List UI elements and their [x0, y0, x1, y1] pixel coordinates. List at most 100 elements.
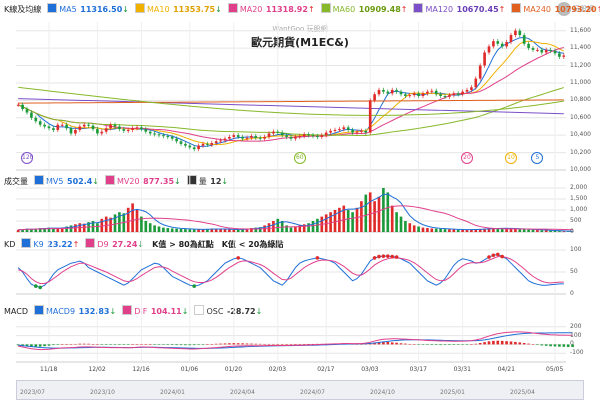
osc-bar	[69, 344, 73, 345]
osc-bar	[206, 344, 209, 345]
volume-bar	[408, 223, 412, 232]
volume-bar	[153, 225, 156, 232]
date-tick-label: 04/21	[497, 366, 515, 373]
osc-bar	[109, 344, 112, 345]
osc-bar	[426, 344, 429, 345]
candle-body	[382, 89, 385, 92]
volume-bar	[558, 231, 561, 232]
candle-body	[509, 35, 513, 43]
candle-body	[324, 132, 328, 136]
osc-bar	[100, 344, 104, 345]
nav-year-label: 2024/01	[160, 389, 185, 396]
y-tick-label: 10,600	[570, 113, 591, 121]
volume-bar	[434, 228, 438, 232]
osc-bar	[478, 342, 482, 345]
date-tick-label: 03/31	[453, 366, 471, 373]
volume-bar	[104, 216, 108, 232]
y-tick-label: 10,000	[570, 166, 591, 173]
chart-root: 玩股網 WantGoo 玩股網 歐元期貨(M1EC&) K線及均線 MA5 113…	[0, 0, 600, 400]
ma-line	[17, 46, 564, 142]
osc-bar	[298, 344, 302, 345]
candle-body	[390, 89, 394, 94]
candle-body	[338, 129, 341, 131]
osc-bar	[395, 342, 398, 345]
kd-red-dot	[394, 255, 399, 259]
candle-body	[368, 100, 372, 133]
volume-bar	[144, 221, 148, 232]
candle-body	[91, 125, 95, 130]
candle-body	[280, 132, 284, 136]
volume-bar	[395, 212, 398, 232]
candle-body	[206, 143, 209, 145]
candle-body	[316, 136, 319, 138]
osc-bar	[126, 344, 130, 345]
osc-bar	[492, 340, 495, 345]
osc-bar	[82, 343, 86, 345]
volume-bar	[443, 229, 447, 232]
macd9-line	[18, 332, 573, 349]
ma-badge[interactable]: 20	[461, 152, 473, 164]
osc-bar	[518, 342, 522, 345]
nav-year-label: 2024/07	[300, 389, 325, 396]
candle-body	[30, 112, 33, 118]
candle-body	[430, 90, 434, 92]
osc-bar	[254, 343, 258, 345]
candle-body	[43, 124, 46, 127]
osc-bar	[245, 343, 249, 345]
osc-bar	[118, 344, 121, 345]
candle-body	[197, 145, 200, 150]
volume-bar	[131, 203, 134, 232]
osc-bar	[96, 344, 99, 345]
candle-body	[302, 134, 306, 137]
candle-body	[245, 137, 249, 139]
osc-bar	[465, 344, 469, 345]
osc-bar	[43, 344, 46, 347]
candle-body	[461, 91, 464, 95]
ma-badge[interactable]: 60	[293, 152, 306, 164]
candle-body	[465, 89, 469, 92]
osc-bar	[285, 344, 288, 345]
candle-body	[162, 135, 165, 137]
candle-body	[65, 124, 68, 129]
osc-bar	[496, 340, 500, 345]
osc-bar	[263, 343, 266, 345]
candle-body	[131, 128, 134, 130]
candle-body	[456, 93, 460, 95]
candle-body	[514, 30, 517, 36]
candle-body	[518, 30, 522, 36]
osc-bar	[404, 343, 407, 345]
ma-badge[interactable]: 10	[505, 152, 517, 164]
osc-bar	[52, 344, 55, 346]
osc-bar	[294, 344, 297, 345]
candle-body	[553, 50, 557, 54]
volume-bar	[228, 229, 231, 232]
osc-bar	[558, 344, 561, 347]
candle-body	[474, 78, 478, 88]
candle-body	[364, 130, 368, 133]
volume-bar	[311, 221, 315, 232]
date-tick-label: 03/17	[409, 366, 427, 373]
volume-bar	[456, 229, 460, 232]
candle-body	[52, 128, 55, 130]
candle-body	[47, 126, 51, 129]
volume-bar	[553, 230, 557, 232]
candle-body	[201, 143, 205, 146]
d-line	[18, 256, 564, 284]
osc-bar	[214, 343, 218, 345]
osc-bar	[408, 343, 412, 345]
osc-bar	[135, 344, 139, 345]
osc-bar	[162, 344, 165, 345]
nav-year-label: 2025/04	[510, 389, 535, 396]
osc-bar	[175, 344, 178, 346]
date-tick-label: 02/03	[268, 366, 287, 373]
volume-bar	[461, 229, 464, 232]
osc-bar	[272, 343, 275, 345]
y-tick-label: 0	[570, 340, 574, 348]
candle-body	[144, 129, 148, 132]
candle-body	[122, 129, 126, 131]
candle-body	[294, 136, 297, 139]
candle-body	[250, 136, 253, 138]
ma-badge[interactable]: 120	[21, 152, 33, 164]
date-tick-label: 03/03	[361, 366, 379, 373]
osc-bar	[536, 344, 539, 345]
